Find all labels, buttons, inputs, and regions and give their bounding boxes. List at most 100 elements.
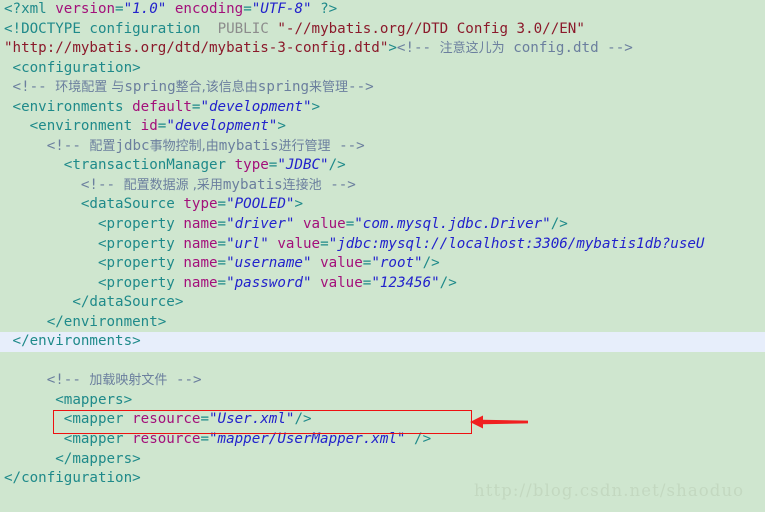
code-line[interactable]: </mappers> <box>0 450 765 470</box>
code-token: value <box>277 235 321 252</box>
code-line[interactable]: <mappers> <box>0 391 765 411</box>
code-token: "JDBC" <box>277 157 329 174</box>
code-line[interactable]: <property name="username" value="root"/> <box>0 254 765 274</box>
code-token: </dataSource> <box>4 294 184 311</box>
code-token: <environments <box>4 98 133 115</box>
code-token: <property <box>4 255 184 272</box>
code-token: <!-- <box>4 79 56 96</box>
code-token: <property <box>4 235 184 252</box>
watermark-text: http://blog.csdn.net/shaoduo <box>474 481 745 500</box>
code-token: > <box>311 98 321 115</box>
code-token: /> <box>294 411 312 428</box>
code-token: = <box>217 216 227 233</box>
code-line[interactable]: <property name="driver" value="com.mysql… <box>0 215 765 235</box>
code-content[interactable]: <?xml version="1.0" encoding="UTF-8" ?> <… <box>0 0 765 489</box>
code-token: default <box>132 98 192 115</box>
code-line[interactable]: <!-- 配置数据源 ,采用mybatis连接池 --> <box>0 176 765 196</box>
code-line[interactable]: <configuration> <box>0 59 765 79</box>
code-token: "development" <box>200 98 312 115</box>
code-token: = <box>115 1 124 17</box>
code-token: resource <box>132 431 201 448</box>
code-token: value <box>320 274 363 291</box>
code-token: </mappers> <box>4 450 141 467</box>
code-token: <configuration> <box>4 59 141 76</box>
code-line[interactable]: <property name="url" value="jdbc:mysql:/… <box>0 235 765 255</box>
code-token: encoding <box>174 1 244 17</box>
code-token: <!-- <box>4 176 124 193</box>
code-line[interactable]: ​ <box>0 352 765 372</box>
code-token: /> <box>328 157 346 174</box>
code-token: 配置数据源 ,采用 <box>123 177 223 193</box>
code-token: PUBLIC <box>217 20 269 37</box>
code-token: /> <box>422 255 440 272</box>
code-token: --> <box>348 79 374 96</box>
code-token: <?xml <box>4 1 56 17</box>
code-token: <environment <box>4 118 141 135</box>
code-token: spring <box>257 79 310 96</box>
code-editor-viewport[interactable]: <?xml version="1.0" encoding="UTF-8" ?> <… <box>0 0 765 512</box>
code-token: <!DOCTYPE configuration <box>4 20 201 37</box>
code-token: "1.0" <box>123 1 167 17</box>
code-line[interactable]: </dataSource> <box>0 293 765 313</box>
code-token: <dataSource <box>4 196 184 213</box>
code-line[interactable]: <mapper resource="User.xml"/> <box>0 410 765 430</box>
code-token: "com.mysql.jdbc.Driver" <box>354 216 551 233</box>
code-token: </environments> <box>4 333 141 350</box>
code-token: jdbc <box>115 137 150 154</box>
code-line[interactable]: </environments> <box>0 332 765 352</box>
code-token: 加载映射文件 <box>89 373 168 389</box>
code-line[interactable]: </environment> <box>0 313 765 333</box>
code-line[interactable]: <transactionManager type="JDBC"/> <box>0 156 765 176</box>
code-token: "driver" <box>226 216 295 233</box>
code-token: spring <box>124 79 176 96</box>
code-line[interactable]: <property name="password" value="123456"… <box>0 274 765 294</box>
code-line[interactable]: <mapper resource="mapper/UserMapper.xml"… <box>0 430 765 450</box>
code-token: type <box>183 196 218 213</box>
code-token: = <box>217 235 227 252</box>
code-token: "UTF-8" <box>251 1 312 17</box>
code-token: <!-- <box>4 137 90 154</box>
code-token: <mapper <box>4 411 133 428</box>
code-token: "root" <box>371 255 423 272</box>
code-token: "url" <box>226 235 269 252</box>
code-line[interactable]: <!DOCTYPE configuration PUBLIC "-//mybat… <box>0 20 765 40</box>
code-token: "username" <box>226 255 312 272</box>
code-token: 连接池 <box>282 177 322 193</box>
code-token: mybatis <box>222 176 283 193</box>
code-token: 整合,该信息由 <box>175 80 258 96</box>
code-token: = <box>200 411 210 428</box>
code-line[interactable]: <!-- 配置jdbc事物控制,由mybatis进行管理 --> <box>0 137 765 157</box>
code-token: = <box>320 235 329 252</box>
code-token: resource <box>132 411 201 428</box>
code-token: = <box>217 255 227 272</box>
code-line[interactable]: <environments default="development"> <box>0 98 765 118</box>
code-token: "jdbc:mysql://localhost:3306/mybatis1db?… <box>328 235 705 252</box>
code-line[interactable]: "http://mybatis.org/dtd/mybatis-3-config… <box>0 39 765 59</box>
code-line[interactable]: <!-- 加载映射文件 --> <box>0 371 765 391</box>
code-token: "User.xml" <box>209 411 295 428</box>
code-token: name <box>183 255 218 272</box>
code-line[interactable]: <?xml version="1.0" encoding="UTF-8" ?> <box>0 0 765 20</box>
code-token: --> <box>321 176 356 193</box>
code-token: /> <box>405 431 432 448</box>
code-token: --> <box>330 137 365 154</box>
code-token: name <box>183 274 218 291</box>
code-token: "http://mybatis.org/dtd/mybatis-3-config… <box>4 40 389 57</box>
code-token: = <box>217 196 227 213</box>
code-token: /> <box>439 274 457 291</box>
code-token: </environment> <box>4 313 167 330</box>
code-line[interactable]: <!-- 环境配置 与spring整合,该信息由spring来管理--> <box>0 78 765 98</box>
code-token: /> <box>550 216 568 233</box>
code-line[interactable]: <environment id="development"> <box>0 117 765 137</box>
code-token: "mapper/UserMapper.xml" <box>209 431 406 448</box>
code-token: = <box>200 431 210 448</box>
code-token: --> <box>167 372 202 389</box>
code-token: value <box>320 255 363 272</box>
code-token: <!-- <box>396 40 440 57</box>
code-token: = <box>217 274 227 291</box>
code-line[interactable]: <dataSource type="POOLED"> <box>0 195 765 215</box>
